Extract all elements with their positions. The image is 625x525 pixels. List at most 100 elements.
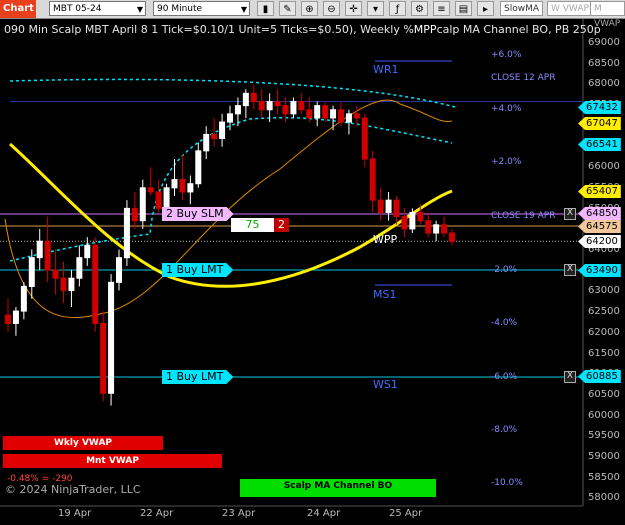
cancel-order-buy-lmt-2-button[interactable]: X [564,371,576,383]
candle-body [250,92,257,103]
candle-body [433,224,440,234]
indicator-mvwap[interactable]: M VWAP [590,1,625,29]
candle-body [242,92,249,107]
time-axis-tick: 22 Apr [140,508,174,519]
cancel-order-buy-slm-button[interactable]: X [564,208,576,220]
time-axis-tick: 23 Apr [222,508,256,519]
chevron-down-icon: ▼ [240,5,247,14]
order-buy-slm[interactable]: 2 Buy SLM [162,207,234,221]
template-icon[interactable]: ▤ [455,1,472,16]
candle-body [266,101,273,111]
price-axis-tick: 61500 [588,347,620,359]
copyright: © 2024 NinjaTrader, LLC [5,483,141,496]
time-axis-tick: 19 Apr [58,508,92,519]
close-19-apr-label: CLOSE 19 APR [491,211,556,221]
pct-label: -4.0% [491,318,518,328]
candle-body [322,105,329,119]
candle-body [330,109,337,119]
cancel-order-buy-lmt-1-button[interactable]: X [564,264,576,276]
candle-body [258,101,265,111]
order-buy-lmt-1[interactable]: 1 Buy LMT [162,263,233,277]
candle-body [12,310,19,324]
zoom-in-icon[interactable]: ⊕ [301,1,318,16]
candle-body [234,105,241,115]
candle-body [314,105,321,119]
candle-body [60,277,67,292]
instrument-selector[interactable]: MBT 05-24 ▼ [49,1,146,16]
candle-body [306,109,313,119]
candle-body [147,187,154,193]
price-axis-tick: 58500 [588,471,620,483]
chevron-down-icon: ▼ [136,5,143,14]
candle-body [139,187,146,222]
bar-style-icon[interactable]: ▮ [257,1,274,16]
candle-body [417,211,424,222]
candle-body [44,240,51,271]
dropdown-icon[interactable]: ▾ [367,1,384,16]
candle-body [449,232,455,242]
candle-body [282,105,289,115]
monthly-vwap-banner: Mnt VWAP [3,454,222,468]
candle-body [385,199,392,213]
candle-body [36,240,43,259]
indicator-slowma[interactable]: SlowMA [500,1,544,16]
period-selector[interactable]: 90 Minute ▼ [153,1,250,16]
indicator-wvwap[interactable]: W VWAP [547,1,593,16]
price-axis-tick: 63000 [588,285,620,297]
properties-icon[interactable]: ≡ [433,1,450,16]
candle-body [28,257,35,287]
strategies-icon[interactable]: ⚙ [411,1,428,16]
pct-label: +2.0% [491,157,522,167]
price-axis-tick: 59000 [588,451,620,462]
price-axis-tick: 62500 [588,306,620,318]
zoom-out-icon[interactable]: ⊖ [323,1,340,16]
candle-body [409,211,416,230]
pct-label: +4.0% [491,104,522,114]
price-tag-last: 64200 [578,235,621,248]
candle-body [131,207,138,222]
pencil-icon[interactable]: ✎ [279,1,296,16]
candle-body [116,257,122,283]
pct-label: +6.0% [491,50,522,60]
crosshair-icon[interactable]: ✛ [345,1,362,16]
more-icon[interactable]: ▸ [477,1,494,16]
candle-body [425,220,432,234]
position-size[interactable]: 2 [274,218,289,232]
pct-label: -8.0% [491,425,518,435]
candle-body [203,133,210,152]
candle-body [441,224,448,234]
candle-body [211,133,218,140]
candle-body [377,199,384,213]
candle-body [195,150,202,185]
chart-toolbar: Chart MBT 05-24 ▼ 90 Minute ▼ ▮ ✎ ⊕ ⊖ ✛ ▾ … [0,0,625,29]
price-axis-tick: 62000 [588,326,620,338]
chart-title: 090 Min Scalp MBT April 8 1 Tick=$0.10/1… [4,23,601,36]
price-axis-tick: 69000 [588,37,620,48]
price-axis-tick: 60500 [588,388,620,400]
indicators-icon[interactable]: ƒ [389,1,406,16]
position-pnl-ticks[interactable]: 75 [231,218,274,232]
period-value: 90 Minute [157,4,203,14]
candle-body [68,277,75,292]
candle-body [179,179,186,193]
price-tag-position: 64575 [578,220,621,233]
candle-body [52,269,59,279]
candle-body [155,191,162,209]
order-buy-lmt-2[interactable]: 1 Buy LMT [162,370,233,384]
chart-menu-button[interactable]: Chart [0,0,36,18]
candle-body [298,101,305,111]
price-tag-buy-lmt-1: 63490 [578,264,621,277]
candle-body [163,187,170,209]
candle-body [227,113,233,123]
price-tag-channel-upper: 66541 [578,138,621,151]
candle-body [219,121,226,140]
weekly-upper-band [9,78,456,108]
candle-body [290,101,297,115]
time-axis-tick: 25 Apr [389,508,423,519]
candle-body [76,257,83,279]
price-axis-tick: 59500 [588,430,620,442]
candle-body [361,117,368,160]
price-axis-tick: 58000 [588,492,620,504]
ms1-label: MS1 [373,288,397,301]
candle-body [92,244,99,324]
